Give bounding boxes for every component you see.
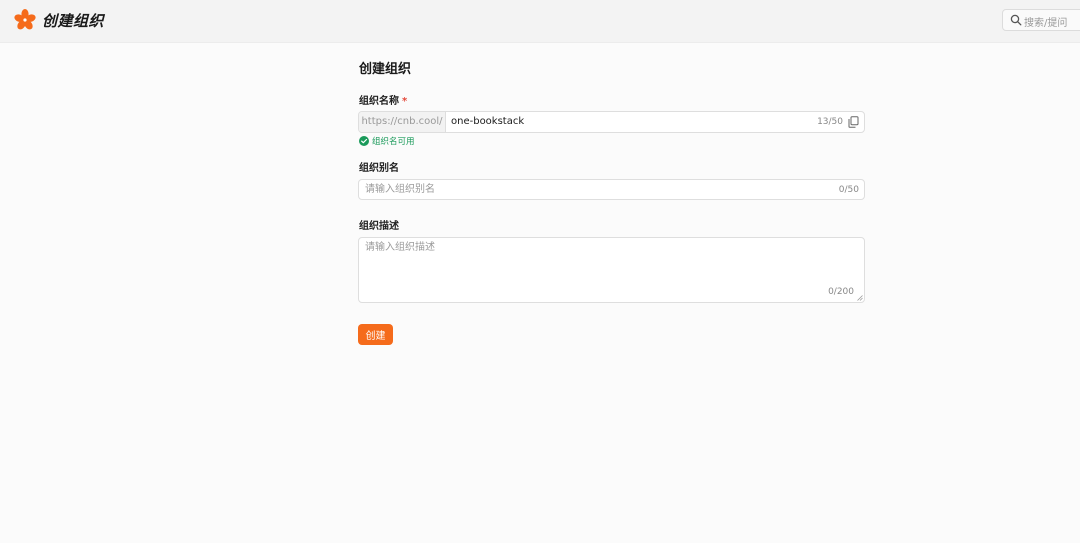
org-name-field[interactable]: https://cnb.cool/ one-bookstack 13/50: [358, 111, 865, 133]
search-icon: [1010, 14, 1022, 26]
page-title: 创建组织: [359, 62, 412, 77]
org-description-counter: 0/200: [828, 287, 854, 297]
org-description-label: 组织描述: [359, 221, 399, 232]
org-name-validation: 组织名可用: [359, 135, 415, 147]
org-alias-counter: 0/50: [838, 185, 859, 195]
top-bar: 创建组织 搜索/提问: [0, 0, 1080, 43]
url-prefix: https://cnb.cool/: [359, 112, 446, 132]
required-mark: *: [402, 96, 408, 107]
check-circle-icon: [359, 136, 369, 146]
org-description-field[interactable]: 请输入组织描述 0/200: [358, 237, 865, 303]
create-button[interactable]: 创建: [358, 324, 393, 345]
search-placeholder: 搜索/提问: [1024, 18, 1068, 29]
resize-handle-icon[interactable]: [857, 295, 863, 301]
cnb-logo-icon[interactable]: [14, 9, 36, 31]
org-name-label-text: 组织名称: [359, 96, 399, 107]
org-name-input[interactable]: one-bookstack: [451, 112, 524, 132]
org-name-counter: 13/50: [817, 117, 843, 127]
org-alias-label: 组织别名: [359, 163, 399, 174]
org-alias-field[interactable]: 请输入组织别名 0/50: [358, 179, 865, 200]
copy-icon[interactable]: [848, 116, 859, 128]
search-box[interactable]: 搜索/提问: [1002, 9, 1080, 31]
org-alias-input[interactable]: 请输入组织别名: [365, 180, 435, 200]
validation-text: 组织名可用: [372, 137, 415, 147]
org-description-input[interactable]: 请输入组织描述: [365, 238, 435, 258]
org-name-label: 组织名称 *: [359, 92, 407, 107]
app-title: 创建组织: [42, 12, 105, 30]
